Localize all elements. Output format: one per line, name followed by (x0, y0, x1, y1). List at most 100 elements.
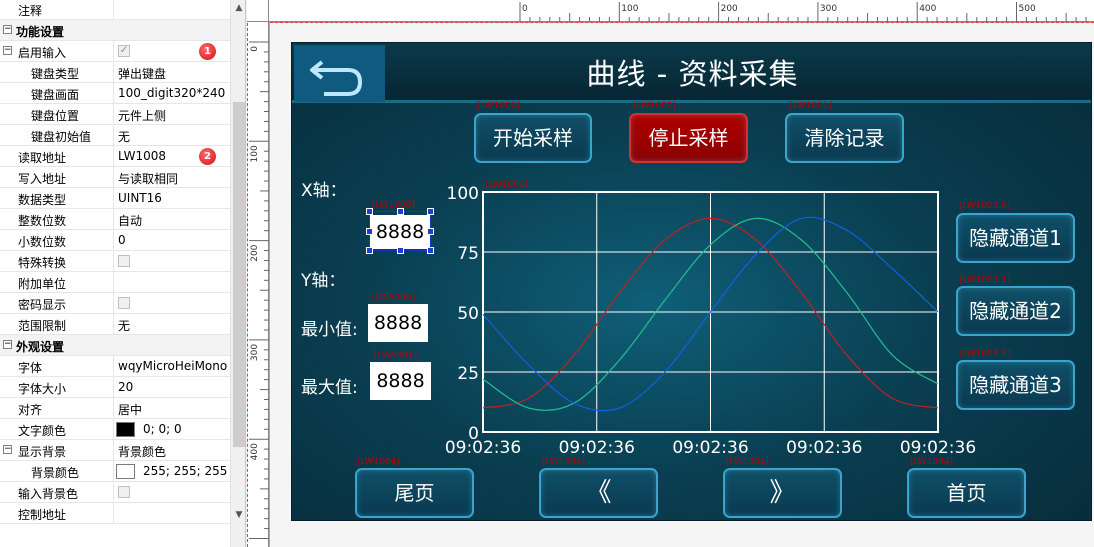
property-value[interactable]: 背景颜色 (118, 443, 166, 460)
property-row[interactable]: 密码显示 (0, 293, 230, 314)
ruler-label: 0 (522, 4, 528, 14)
property-value[interactable]: 100_digit320*240 (118, 86, 225, 100)
property-category[interactable]: − 外观设置 (0, 335, 230, 356)
property-value[interactable]: 自动 (118, 212, 142, 229)
property-row[interactable]: 读取地址 LW1008 (0, 146, 230, 167)
property-row[interactable]: − 显示背景 背景颜色 (0, 440, 230, 461)
min-value-input[interactable]: 8888 (368, 304, 428, 342)
property-row[interactable]: 键盘画面 100_digit320*240 (0, 83, 230, 104)
property-row[interactable]: 键盘初始值 无 (0, 125, 230, 146)
property-row[interactable]: 输入背景色 (0, 482, 230, 503)
property-value[interactable]: 0 (118, 233, 126, 247)
x-tick-label: 09:02:36 (445, 438, 521, 458)
property-row[interactable]: 数据类型 UINT16 (0, 188, 230, 209)
tag-last: [LW1004] (357, 457, 401, 467)
color-swatch[interactable] (116, 422, 135, 437)
property-checkbox[interactable] (118, 255, 130, 267)
property-row[interactable]: 键盘类型 弹出键盘 (0, 62, 230, 83)
color-swatch[interactable] (116, 464, 135, 479)
ruler-label: 300 (820, 4, 837, 14)
column-divider (113, 251, 114, 272)
property-value[interactable]: 弹出键盘 (118, 65, 166, 82)
property-scrollbar[interactable]: ▲ ▼ (230, 0, 245, 547)
max-value-input[interactable]: 8888 (370, 362, 431, 400)
property-row[interactable]: 控制地址 (0, 503, 230, 524)
y-tick-label: 75 (457, 244, 479, 264)
property-value[interactable]: LW1008 (118, 149, 166, 163)
ruler-label: 0 (250, 46, 260, 52)
resize-handle[interactable] (427, 228, 434, 235)
stop-sampling-button[interactable]: 停止采样 (629, 113, 748, 163)
resize-handle[interactable] (397, 208, 404, 215)
ruler-label: 300 (250, 344, 260, 361)
property-value[interactable]: 无 (118, 128, 130, 145)
property-row[interactable]: 注释 (0, 0, 230, 20)
previous-page-button[interactable]: 《 (539, 468, 658, 518)
property-value[interactable]: 255; 255; 255 (143, 464, 227, 478)
property-value[interactable]: 20 (118, 380, 133, 394)
resize-handle[interactable] (366, 228, 373, 235)
property-row[interactable]: 范围限制 无 (0, 314, 230, 335)
ruler-label: 100 (621, 4, 638, 14)
property-value[interactable]: 元件上侧 (118, 107, 166, 124)
property-row[interactable]: 整数位数 自动 (0, 209, 230, 230)
previous-page-label: 《 (585, 478, 612, 508)
last-page-button[interactable]: 尾页 (355, 468, 474, 518)
page-title: 曲线 - 资料采集 (586, 57, 799, 91)
scrollbar-thumb[interactable] (233, 102, 245, 447)
x-axis-label: X轴： (301, 181, 347, 201)
property-value[interactable]: 居中 (118, 401, 142, 418)
property-value[interactable]: 与读取相同 (118, 170, 178, 187)
back-button[interactable] (294, 45, 385, 102)
property-row[interactable]: 小数位数 0 (0, 230, 230, 251)
resize-handle[interactable] (366, 247, 373, 254)
collapse-toggle-icon[interactable]: − (3, 340, 12, 349)
resize-handle[interactable] (366, 208, 373, 215)
property-name: 输入背景色 (18, 487, 79, 501)
clear-records-button[interactable]: 清除记录 (785, 113, 904, 163)
resize-handle[interactable] (397, 247, 404, 254)
property-row[interactable]: 字体 wqyMicroHeiMono (0, 356, 230, 377)
collapse-toggle-icon[interactable]: − (3, 46, 12, 55)
scroll-down-icon[interactable]: ▼ (231, 507, 245, 523)
property-checkbox[interactable] (118, 297, 130, 309)
column-divider (113, 230, 114, 251)
property-row[interactable]: 文字颜色 0; 0; 0 (0, 419, 230, 440)
hide-channel-1-button[interactable]: 隐藏通道1 (956, 213, 1075, 263)
collapse-toggle-icon[interactable]: − (3, 445, 12, 454)
annotation-badge: 2 (199, 148, 216, 165)
property-row[interactable]: 特殊转换 (0, 251, 230, 272)
property-row[interactable]: 键盘位置 元件上侧 (0, 104, 230, 125)
property-value[interactable]: 无 (118, 317, 130, 334)
property-category[interactable]: − 功能设置 (0, 20, 230, 41)
resize-handle[interactable] (427, 247, 434, 254)
scroll-up-icon[interactable]: ▲ (231, 0, 245, 16)
property-row[interactable]: 附加单位 (0, 272, 230, 293)
column-divider (113, 377, 114, 398)
property-row[interactable]: − 启用输入 ✓ (0, 41, 230, 62)
property-row[interactable]: 背景颜色 255; 255; 255 (0, 461, 230, 482)
ruler-corner (247, 0, 269, 22)
property-name: 附加单位 (18, 277, 67, 291)
column-divider (113, 209, 114, 230)
property-row[interactable]: 字体大小 20 (0, 377, 230, 398)
start-sampling-button[interactable]: 开始采样 (474, 113, 592, 163)
next-page-button[interactable]: 》 (723, 468, 842, 518)
property-row[interactable]: 对齐 居中 (0, 398, 230, 419)
hide-channel-2-button[interactable]: 隐藏通道2 (956, 286, 1075, 336)
property-checkbox[interactable]: ✓ (118, 45, 130, 57)
resize-handle[interactable] (427, 208, 434, 215)
column-divider (113, 419, 114, 440)
first-page-button[interactable]: 首页 (907, 468, 1026, 518)
property-value[interactable]: 0; 0; 0 (143, 422, 182, 436)
property-row[interactable]: 写入地址 与读取相同 (0, 167, 230, 188)
property-value[interactable]: UINT16 (118, 191, 162, 205)
hide-channel-3-button[interactable]: 隐藏通道3 (956, 360, 1075, 410)
property-checkbox[interactable] (118, 486, 130, 498)
property-value[interactable]: wqyMicroHeiMono (118, 359, 227, 373)
x-tick-label: 09:02:36 (672, 438, 748, 458)
tag-prev: [LW1004] (542, 457, 586, 467)
collapse-toggle-icon[interactable]: − (3, 25, 12, 34)
tag-start: [LW1000] (477, 101, 521, 111)
x-tick-label: 09:02:36 (786, 438, 862, 458)
